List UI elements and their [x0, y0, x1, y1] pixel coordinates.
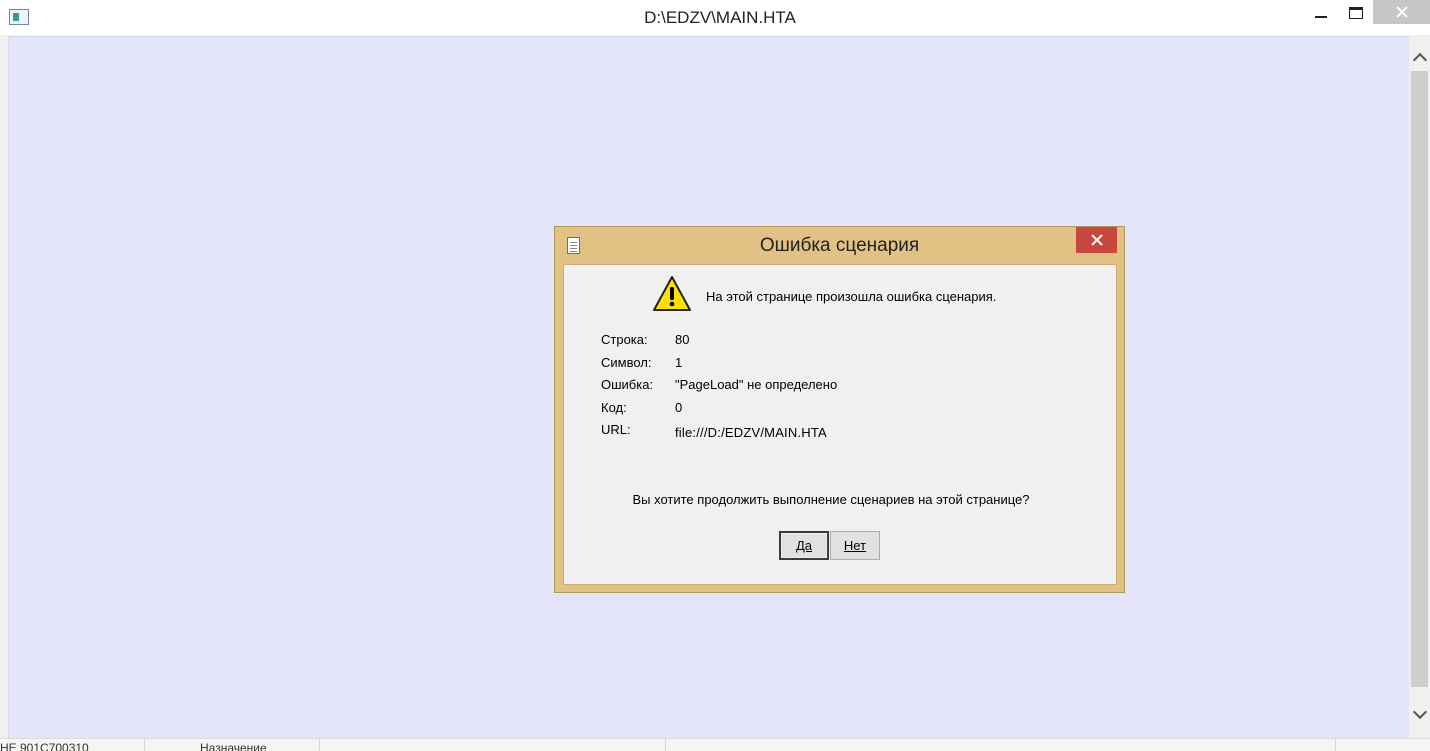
minimize-button[interactable] [1300, 0, 1342, 26]
minimize-icon [1315, 16, 1327, 18]
field-value: 80 [675, 332, 690, 347]
field-label: Ошибка: [601, 377, 654, 392]
background-window-strip: НЕ 901С700310 Назначение [0, 738, 1430, 751]
window-close-button[interactable] [1373, 0, 1430, 24]
scroll-down-button[interactable] [1409, 700, 1430, 730]
error-message: На этой странице произошла ошибка сценар… [706, 289, 997, 304]
field-value: 1 [675, 355, 683, 370]
main-titlebar[interactable]: D:\EDZV\MAIN.HTA [0, 0, 1430, 35]
yes-button[interactable]: Да [779, 531, 829, 560]
dialog-title: Ошибка сценария [759, 235, 920, 256]
field-label: Символ: [601, 355, 652, 370]
field-label: URL: [601, 422, 631, 437]
background-cell [326, 739, 666, 751]
warning-icon [653, 276, 691, 311]
scroll-up-button[interactable] [1409, 42, 1430, 72]
field-value: 0 [675, 400, 683, 415]
chevron-down-icon [1412, 704, 1427, 720]
field-value: "PageLoad" не определено [675, 377, 838, 392]
main-window: D:\EDZV\MAIN.HTA НЕ 901С700310 Назначени… [0, 0, 1430, 751]
background-cell [666, 739, 1336, 751]
window-title: D:\EDZV\MAIN.HTA [644, 8, 796, 27]
close-icon [1091, 234, 1103, 246]
field-value: file:///D:/EDZV/MAIN.HTA [675, 425, 827, 440]
script-error-dialog: Ошибка сценария На этой странице произош… [554, 226, 1125, 593]
chevron-up-icon [1412, 52, 1427, 68]
dialog-body: На этой странице произошла ошибка сценар… [563, 264, 1117, 585]
maximize-icon [1349, 7, 1363, 19]
field-label: Код: [601, 400, 627, 415]
background-cell: НЕ 901С700310 [0, 739, 145, 751]
maximize-button[interactable] [1341, 0, 1371, 26]
dialog-close-button[interactable] [1076, 227, 1117, 253]
continue-question: Вы хотите продолжить выполнение сценарие… [632, 492, 1030, 507]
dialog-titlebar[interactable]: Ошибка сценария [555, 227, 1124, 263]
close-icon [1396, 6, 1408, 18]
field-label: Строка: [601, 332, 648, 347]
no-button[interactable]: Нет [830, 531, 880, 560]
vertical-scrollbar[interactable] [1409, 36, 1430, 738]
background-cell: Назначение [145, 739, 320, 751]
scroll-thumb[interactable] [1411, 71, 1428, 687]
